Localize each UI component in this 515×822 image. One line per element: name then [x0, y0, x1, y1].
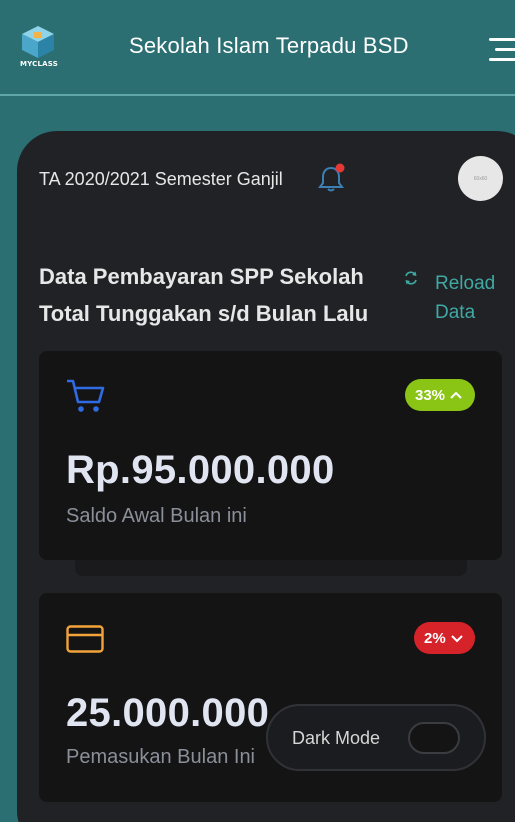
chevron-up-icon — [450, 391, 462, 399]
dark-mode-toggle[interactable] — [408, 722, 460, 754]
dark-mode-control: Dark Mode — [266, 704, 486, 771]
monthly-income-amount: 25.000.000 — [66, 691, 270, 735]
avatar-placeholder-text: 60x60 — [473, 175, 488, 182]
chevron-down-icon — [450, 635, 463, 643]
monthly-income-label: Pemasukan Bulan Ini — [66, 746, 256, 768]
reload-icon[interactable] — [403, 270, 419, 286]
change-percent: 2% — [424, 629, 446, 647]
avatar[interactable]: 60x60 — [458, 156, 503, 201]
change-badge-down: 2% — [414, 622, 475, 654]
opening-balance-label: Saldo Awal Bulan ini — [66, 505, 247, 527]
hamburger-menu-icon[interactable] — [487, 38, 515, 64]
opening-balance-amount: Rp.95.000.000 — [66, 448, 335, 492]
dark-mode-label: Dark Mode — [292, 728, 381, 748]
credit-card-icon — [66, 625, 106, 660]
academic-term: TA 2020/2021 Semester Ganjil — [39, 169, 283, 189]
change-badge-up: 33% — [405, 379, 475, 411]
logo-cube-icon — [22, 26, 54, 58]
reload-data-button[interactable]: Reload Data — [435, 269, 505, 327]
cart-icon — [66, 378, 106, 419]
myclass-logo[interactable]: MYCLASS — [18, 24, 58, 70]
spp-payment-title: Data Pembayaran SPP Sekolah — [39, 264, 364, 289]
notification-dot — [335, 163, 345, 173]
top-app-bar: MYCLASS Sekolah Islam Terpadu BSD — [0, 0, 515, 96]
change-percent: 33% — [415, 386, 446, 404]
logo-text: MYCLASS — [20, 60, 58, 68]
arrears-total-title: Total Tunggakan s/d Bulan Lalu — [39, 301, 369, 326]
app-title: Sekolah Islam Terpadu BSD — [129, 33, 409, 58]
notification-bell-icon[interactable] — [318, 163, 346, 193]
